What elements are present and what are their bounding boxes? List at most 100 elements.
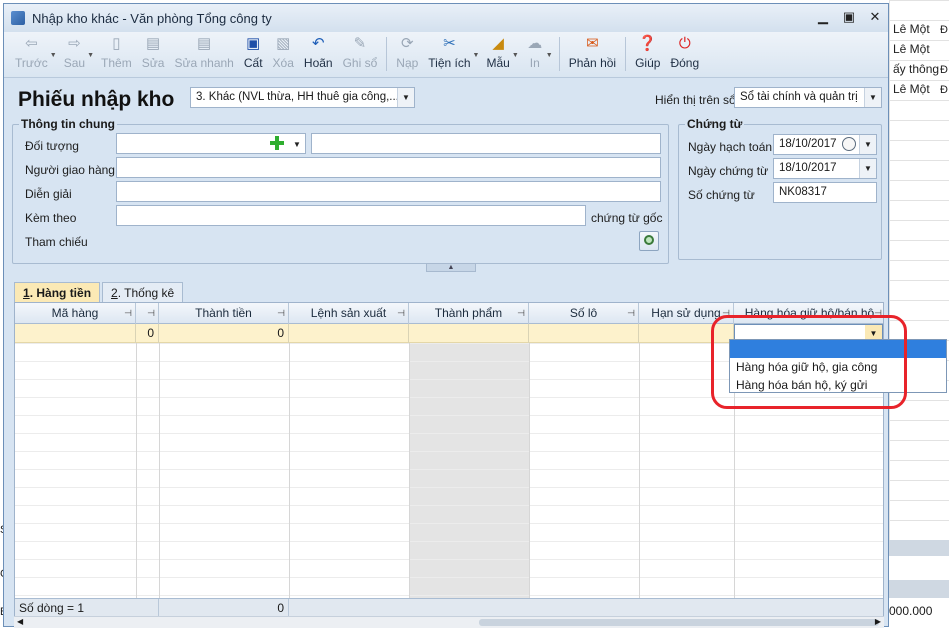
maximize-icon[interactable]: ▣ <box>842 10 856 24</box>
grid-divider <box>159 343 160 598</box>
arrow-right-icon: ⇨ <box>68 35 81 52</box>
mail-icon: ✉ <box>586 35 599 52</box>
pin-icon[interactable]: ⊣ <box>124 303 132 323</box>
deliverer-input[interactable] <box>116 157 661 178</box>
item-code-cell[interactable] <box>15 324 136 343</box>
background-edge: Đ <box>940 84 948 96</box>
close-button[interactable]: ⏻ Đóng <box>665 32 704 76</box>
pin-icon[interactable]: ⊣ <box>397 303 405 323</box>
quick-edit-icon: ▤ <box>197 35 212 52</box>
background-edge: Đ <box>940 24 948 36</box>
tab-hang-tien[interactable]: 1. Hàng tiền <box>14 282 101 302</box>
pin-icon[interactable]: ⊣ <box>277 303 285 323</box>
attach-input[interactable] <box>116 205 586 226</box>
prev-button[interactable]: ⇦ Trước <box>10 32 53 76</box>
chevron-down-icon[interactable]: ▼ <box>397 88 414 107</box>
voucher-no-input[interactable]: NK08317 <box>773 182 877 203</box>
clock-icon[interactable] <box>842 137 856 151</box>
add-icon[interactable] <box>269 135 285 151</box>
save-button[interactable]: ▣ Cất <box>239 32 268 76</box>
finished-goods-cell[interactable] <box>409 324 529 343</box>
chevron-down-icon[interactable]: ▼ <box>87 52 94 59</box>
posting-date-input[interactable]: 18/10/2017 ▼ <box>773 134 877 155</box>
voucher-date-input[interactable]: 18/10/2017 ▼ <box>773 158 877 179</box>
chevron-down-icon[interactable]: ▼ <box>864 88 881 107</box>
delete-button[interactable]: ▧ Xóa <box>268 32 299 76</box>
col-header-production-order[interactable]: Lệnh sản xuất ⊣ <box>289 303 409 324</box>
toolbar-separator <box>386 37 388 71</box>
object-name-input[interactable] <box>311 133 661 154</box>
chevron-down-icon[interactable]: ▼ <box>50 52 57 59</box>
pin-icon[interactable]: ⊣ <box>517 303 525 323</box>
post-button[interactable]: ✎ Ghi sổ <box>338 32 383 76</box>
scroll-right-icon[interactable]: ▶ <box>875 617 881 626</box>
voucher-date-label: Ngày chứng từ <box>688 164 769 178</box>
chevron-down-icon[interactable]: ▼ <box>293 140 301 149</box>
edit-button[interactable]: ▤ Sửa <box>137 32 170 76</box>
grid-divider <box>136 343 137 598</box>
quick-edit-button[interactable]: ▤ Sửa nhanh <box>169 32 238 76</box>
grid-divider <box>289 343 290 598</box>
highlight-annotation <box>711 315 907 409</box>
production-order-cell[interactable] <box>289 324 409 343</box>
new-document-icon: ▯ <box>112 35 121 52</box>
description-label: Diễn giải <box>25 187 72 201</box>
chevron-down-icon[interactable]: ▼ <box>473 52 480 59</box>
template-icon: ◢ <box>492 35 504 52</box>
help-button[interactable]: ❓ Giúp <box>630 32 665 76</box>
utilities-button[interactable]: ✂ Tiện ích <box>423 32 475 76</box>
template-button[interactable]: ◢ Mẫu <box>481 32 514 76</box>
add-button[interactable]: ▯ Thêm <box>96 32 137 76</box>
reference-label: Tham chiếu <box>25 235 88 249</box>
col-header-amount[interactable]: Thành tiền ⊣ <box>159 303 289 324</box>
search-icon <box>644 235 654 245</box>
undo-button[interactable]: ↶ Hoãn <box>299 32 338 76</box>
collapse-toggle[interactable]: ▲ <box>426 263 476 272</box>
col-header-item-code[interactable]: Mã hàng ⊣ <box>15 303 136 324</box>
minimize-icon[interactable]: ▁ <box>816 10 830 24</box>
load-button[interactable]: ⟳ Nạp <box>391 32 423 76</box>
reference-lookup-button[interactable] <box>639 231 659 251</box>
feedback-button[interactable]: ✉ Phản hồi <box>564 32 621 76</box>
toolbar-separator <box>558 37 560 71</box>
col-header-qty[interactable]: ⊣ <box>136 303 159 324</box>
display-book-select[interactable]: Sổ tài chính và quản trị ▼ <box>734 87 882 108</box>
background-bar <box>889 540 949 556</box>
chevron-down-icon[interactable]: ▼ <box>859 159 876 178</box>
voucher-type-select[interactable]: 3. Khác (NVL thừa, HH thuê gia công,... … <box>190 87 415 108</box>
lot-no-cell[interactable] <box>529 324 639 343</box>
grid-divider <box>529 343 530 598</box>
amount-total: 0 <box>159 599 289 616</box>
app-icon <box>11 11 25 25</box>
background-cell: Lê Một <box>893 22 930 36</box>
scroll-left-icon[interactable]: ◀ <box>17 617 23 626</box>
chevron-down-icon[interactable]: ▼ <box>546 52 553 59</box>
print-button[interactable]: ☁ In <box>521 32 549 76</box>
description-input[interactable] <box>116 181 661 202</box>
tab-thong-ke[interactable]: 2. Thống kê <box>102 282 184 302</box>
next-button[interactable]: ⇨ Sau <box>59 32 90 76</box>
scroll-thumb[interactable] <box>479 619 879 626</box>
close-window-icon[interactable]: ✕ <box>868 10 882 24</box>
horizontal-scrollbar[interactable]: ◀ ▶ <box>14 616 884 628</box>
background-edge: Đ <box>940 64 948 76</box>
pin-icon[interactable]: ⊣ <box>627 303 635 323</box>
toolbar: ⇦ Trước ▼ ⇨ Sau ▼ ▯ Thêm ▤ Sửa ▤ Sửa nhanh ▣ C… <box>4 32 888 78</box>
qty-cell[interactable]: 0 <box>136 324 159 343</box>
toolbar-separator <box>625 37 627 71</box>
window-controls: ▁ ▣ ✕ <box>816 10 882 24</box>
amount-cell[interactable]: 0 <box>159 324 289 343</box>
tools-icon: ✂ <box>443 35 456 52</box>
refresh-icon: ⟳ <box>400 35 414 52</box>
pin-icon[interactable]: ⊣ <box>147 303 155 323</box>
background-cell: ấy thông <box>893 62 940 76</box>
col-header-finished-goods[interactable]: Thành phẩm ⊣ <box>409 303 529 324</box>
chevron-down-icon[interactable]: ▼ <box>859 135 876 154</box>
attach-suffix: chứng từ gốc <box>591 211 663 225</box>
col-header-lot-no[interactable]: Số lô ⊣ <box>529 303 639 324</box>
background-cell: Lê Một <box>893 42 930 56</box>
posting-date-label: Ngày hạch toán <box>688 140 773 154</box>
chevron-down-icon[interactable]: ▼ <box>512 52 519 59</box>
deliverer-label: Người giao hàng <box>25 163 115 177</box>
background-footer-value: 000.000 <box>889 604 933 618</box>
